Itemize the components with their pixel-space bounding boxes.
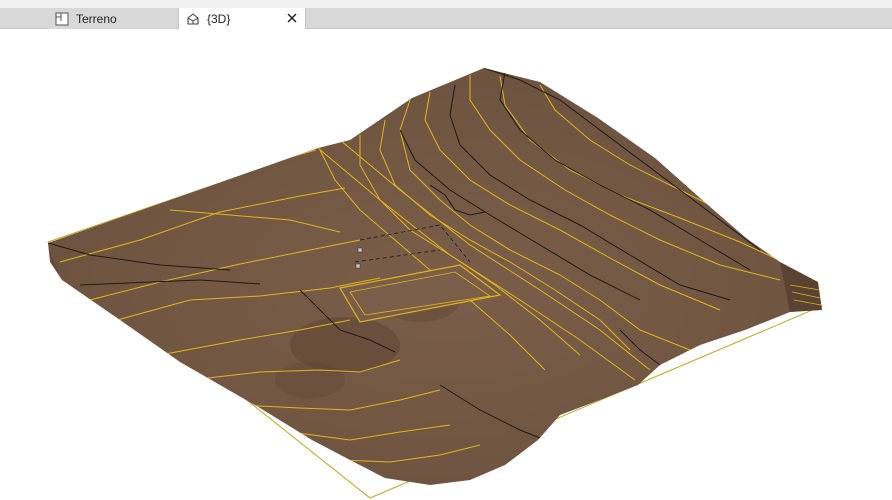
toposurface: [48, 68, 822, 485]
tab-3d-view[interactable]: {3D}: [178, 8, 306, 30]
top-strip: [0, 0, 892, 8]
tab-terreno[interactable]: Terreno: [48, 8, 176, 29]
marker: [357, 247, 363, 253]
terrain-model[interactable]: [0, 29, 892, 500]
tab-terreno-label: Terreno: [76, 11, 117, 26]
3d-viewport[interactable]: [0, 29, 892, 500]
3d-view-icon: [185, 11, 201, 27]
view-tab-bar: Terreno {3D}: [0, 8, 892, 30]
plan-view-icon: [54, 11, 70, 27]
revit-window: Terreno {3D}: [0, 0, 892, 500]
close-icon[interactable]: [285, 11, 299, 25]
marker: [355, 263, 361, 269]
tab-3d-label: {3D}: [207, 12, 231, 26]
